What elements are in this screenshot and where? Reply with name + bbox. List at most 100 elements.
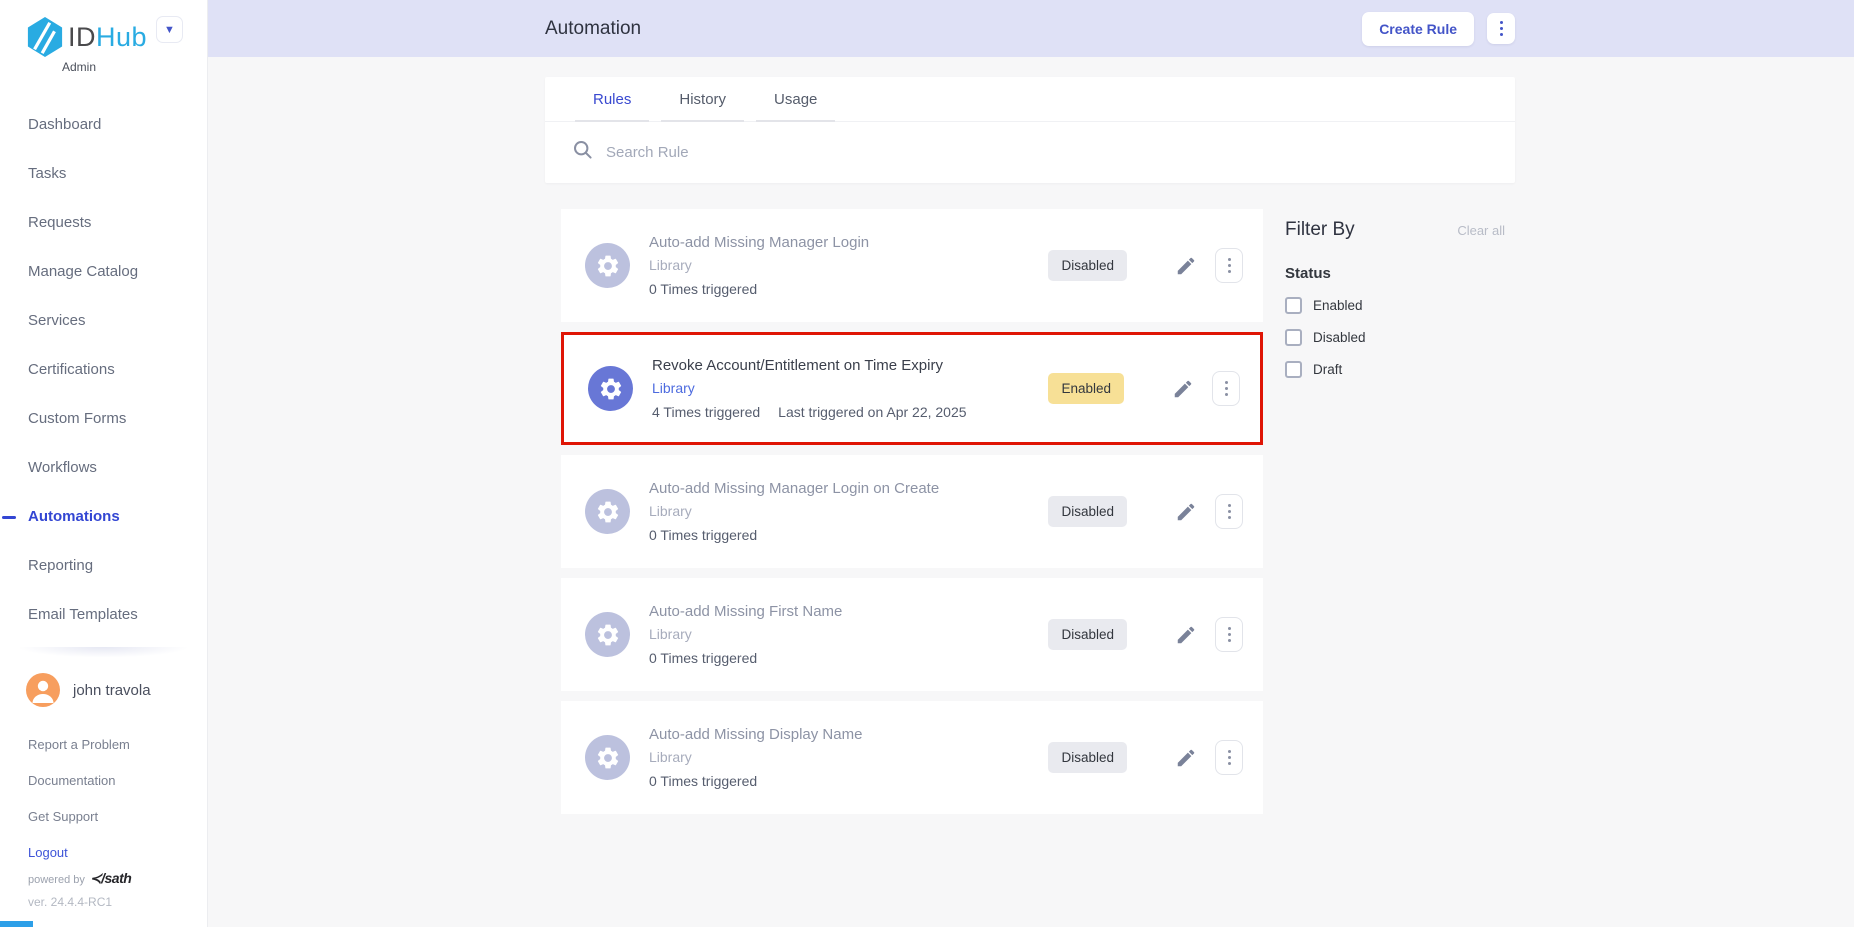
kebab-menu-icon: [1225, 381, 1228, 396]
documentation-link[interactable]: Documentation: [0, 762, 207, 798]
rules-panel: Rules History Usage: [545, 77, 1515, 183]
draft-checkbox[interactable]: [1285, 361, 1302, 378]
logo-row: IDHub ▼: [0, 0, 207, 58]
sidebar-nav: Dashboard Tasks Requests Manage Catalog …: [0, 100, 207, 639]
rule-source-link[interactable]: Library: [649, 503, 692, 519]
filter-option-label: Draft: [1313, 362, 1342, 377]
logout-link[interactable]: Logout: [0, 834, 207, 870]
create-rule-button[interactable]: Create Rule: [1362, 12, 1474, 46]
rule-info: Auto-add Missing Manager Login Library 0…: [649, 234, 1048, 297]
sidebar-item-reporting[interactable]: Reporting: [0, 541, 207, 590]
app-root: IDHub ▼ Admin Dashboard Tasks Requests M…: [0, 0, 1854, 927]
gear-icon: [585, 612, 630, 657]
rule-source-link[interactable]: Library: [649, 257, 692, 273]
rule-info: Auto-add Missing Display Name Library 0 …: [649, 726, 1048, 789]
disabled-checkbox[interactable]: [1285, 329, 1302, 346]
sidebar-item-requests[interactable]: Requests: [0, 198, 207, 247]
gear-icon: [585, 735, 630, 780]
edit-pencil-icon: [1175, 747, 1197, 769]
version-label: ver. 24.4.4-RC1: [28, 895, 112, 909]
sidebar-item-email-templates[interactable]: Email Templates: [0, 590, 207, 639]
search-input[interactable]: [606, 144, 1106, 161]
filter-option-enabled: Enabled: [1285, 297, 1505, 314]
rule-source-link[interactable]: Library: [649, 626, 692, 642]
header-menu-button[interactable]: [1487, 13, 1515, 44]
rule-meta: 0 Times triggered: [649, 773, 1048, 789]
sidebar-item-automations[interactable]: Automations: [0, 492, 207, 541]
tab-history[interactable]: History: [661, 77, 744, 121]
filter-section-status: Status: [1285, 265, 1505, 282]
rule-card: Auto-add Missing Display Name Library 0 …: [561, 701, 1263, 814]
rule-card: Auto-add Missing Manager Login on Create…: [561, 455, 1263, 568]
edit-rule-button[interactable]: [1172, 378, 1194, 400]
search-icon: [573, 140, 593, 165]
page-header: Automation Create Rule: [207, 0, 1854, 57]
sidebar-item-tasks[interactable]: Tasks: [0, 149, 207, 198]
admin-label: Admin: [62, 60, 207, 74]
logo-text: IDHub: [68, 22, 147, 53]
rule-info: Auto-add Missing Manager Login on Create…: [649, 480, 1048, 543]
kebab-menu-icon: [1228, 750, 1231, 765]
filter-title: Filter By: [1285, 219, 1355, 241]
status-badge: Disabled: [1048, 619, 1127, 650]
header-actions: Create Rule: [1362, 12, 1515, 46]
edit-pencil-icon: [1175, 501, 1197, 523]
rule-title: Auto-add Missing Manager Login: [649, 234, 1048, 251]
rule-info: Revoke Account/Entitlement on Time Expir…: [652, 357, 1048, 420]
kebab-menu-icon: [1228, 258, 1231, 273]
filter-option-label: Enabled: [1313, 298, 1363, 313]
kebab-menu-icon: [1228, 627, 1231, 642]
kebab-menu-icon: [1500, 21, 1503, 36]
edit-pencil-icon: [1175, 624, 1197, 646]
sidebar-item-dashboard[interactable]: Dashboard: [0, 100, 207, 149]
rule-source-link[interactable]: Library: [649, 749, 692, 765]
filter-option-label: Disabled: [1313, 330, 1366, 345]
clear-all-button[interactable]: Clear all: [1457, 223, 1505, 238]
sidebar-item-certifications[interactable]: Certifications: [0, 345, 207, 394]
enabled-checkbox[interactable]: [1285, 297, 1302, 314]
rule-meta: 4 Times triggeredLast triggered on Apr 2…: [652, 404, 1048, 420]
search-row: [545, 122, 1515, 183]
edit-pencil-icon: [1172, 378, 1194, 400]
gear-icon: [585, 489, 630, 534]
sidebar-item-services[interactable]: Services: [0, 296, 207, 345]
powered-by: powered by ≺/sath: [28, 870, 131, 887]
rule-title: Auto-add Missing Manager Login on Create: [649, 480, 1048, 497]
user-profile[interactable]: john travola: [0, 661, 207, 707]
filter-header: Filter By Clear all: [1285, 219, 1505, 241]
rule-menu-button[interactable]: [1215, 740, 1243, 775]
rule-card: Auto-add Missing First Name Library 0 Ti…: [561, 578, 1263, 691]
sidebar-item-custom-forms[interactable]: Custom Forms: [0, 394, 207, 443]
tab-bar: Rules History Usage: [545, 77, 1515, 122]
get-support-link[interactable]: Get Support: [0, 798, 207, 834]
rule-meta: 0 Times triggered: [649, 527, 1048, 543]
sidebar-item-workflows[interactable]: Workflows: [0, 443, 207, 492]
main-area: Automation Create Rule Rules History Usa…: [207, 0, 1854, 927]
filter-panel: Filter By Clear all Status Enabled Disab…: [1285, 209, 1505, 378]
rule-title: Auto-add Missing Display Name: [649, 726, 1048, 743]
edit-rule-button[interactable]: [1175, 624, 1197, 646]
rule-menu-button[interactable]: [1215, 617, 1243, 652]
tab-usage[interactable]: Usage: [756, 77, 835, 121]
gear-icon: [585, 243, 630, 288]
edit-rule-button[interactable]: [1175, 501, 1197, 523]
user-avatar-icon: [26, 673, 60, 707]
tab-rules[interactable]: Rules: [575, 77, 649, 121]
workspace-switcher-button[interactable]: ▼: [156, 16, 183, 43]
rule-menu-button[interactable]: [1212, 371, 1240, 406]
sidebar-item-manage-catalog[interactable]: Manage Catalog: [0, 247, 207, 296]
caret-down-icon: ▼: [164, 24, 175, 36]
kebab-menu-icon: [1228, 504, 1231, 519]
report-a-problem-link[interactable]: Report a Problem: [0, 726, 207, 762]
rule-menu-button[interactable]: [1215, 494, 1243, 529]
hexagon-logo-icon: [26, 16, 64, 58]
sidebar-scrollbar-thumb[interactable]: [0, 921, 33, 927]
rule-source-link[interactable]: Library: [652, 380, 695, 396]
gear-icon: [588, 366, 633, 411]
edit-rule-button[interactable]: [1175, 747, 1197, 769]
rule-menu-button[interactable]: [1215, 248, 1243, 283]
filter-option-draft: Draft: [1285, 361, 1505, 378]
edit-rule-button[interactable]: [1175, 255, 1197, 277]
content: Rules History Usage: [207, 57, 1854, 814]
edit-pencil-icon: [1175, 255, 1197, 277]
